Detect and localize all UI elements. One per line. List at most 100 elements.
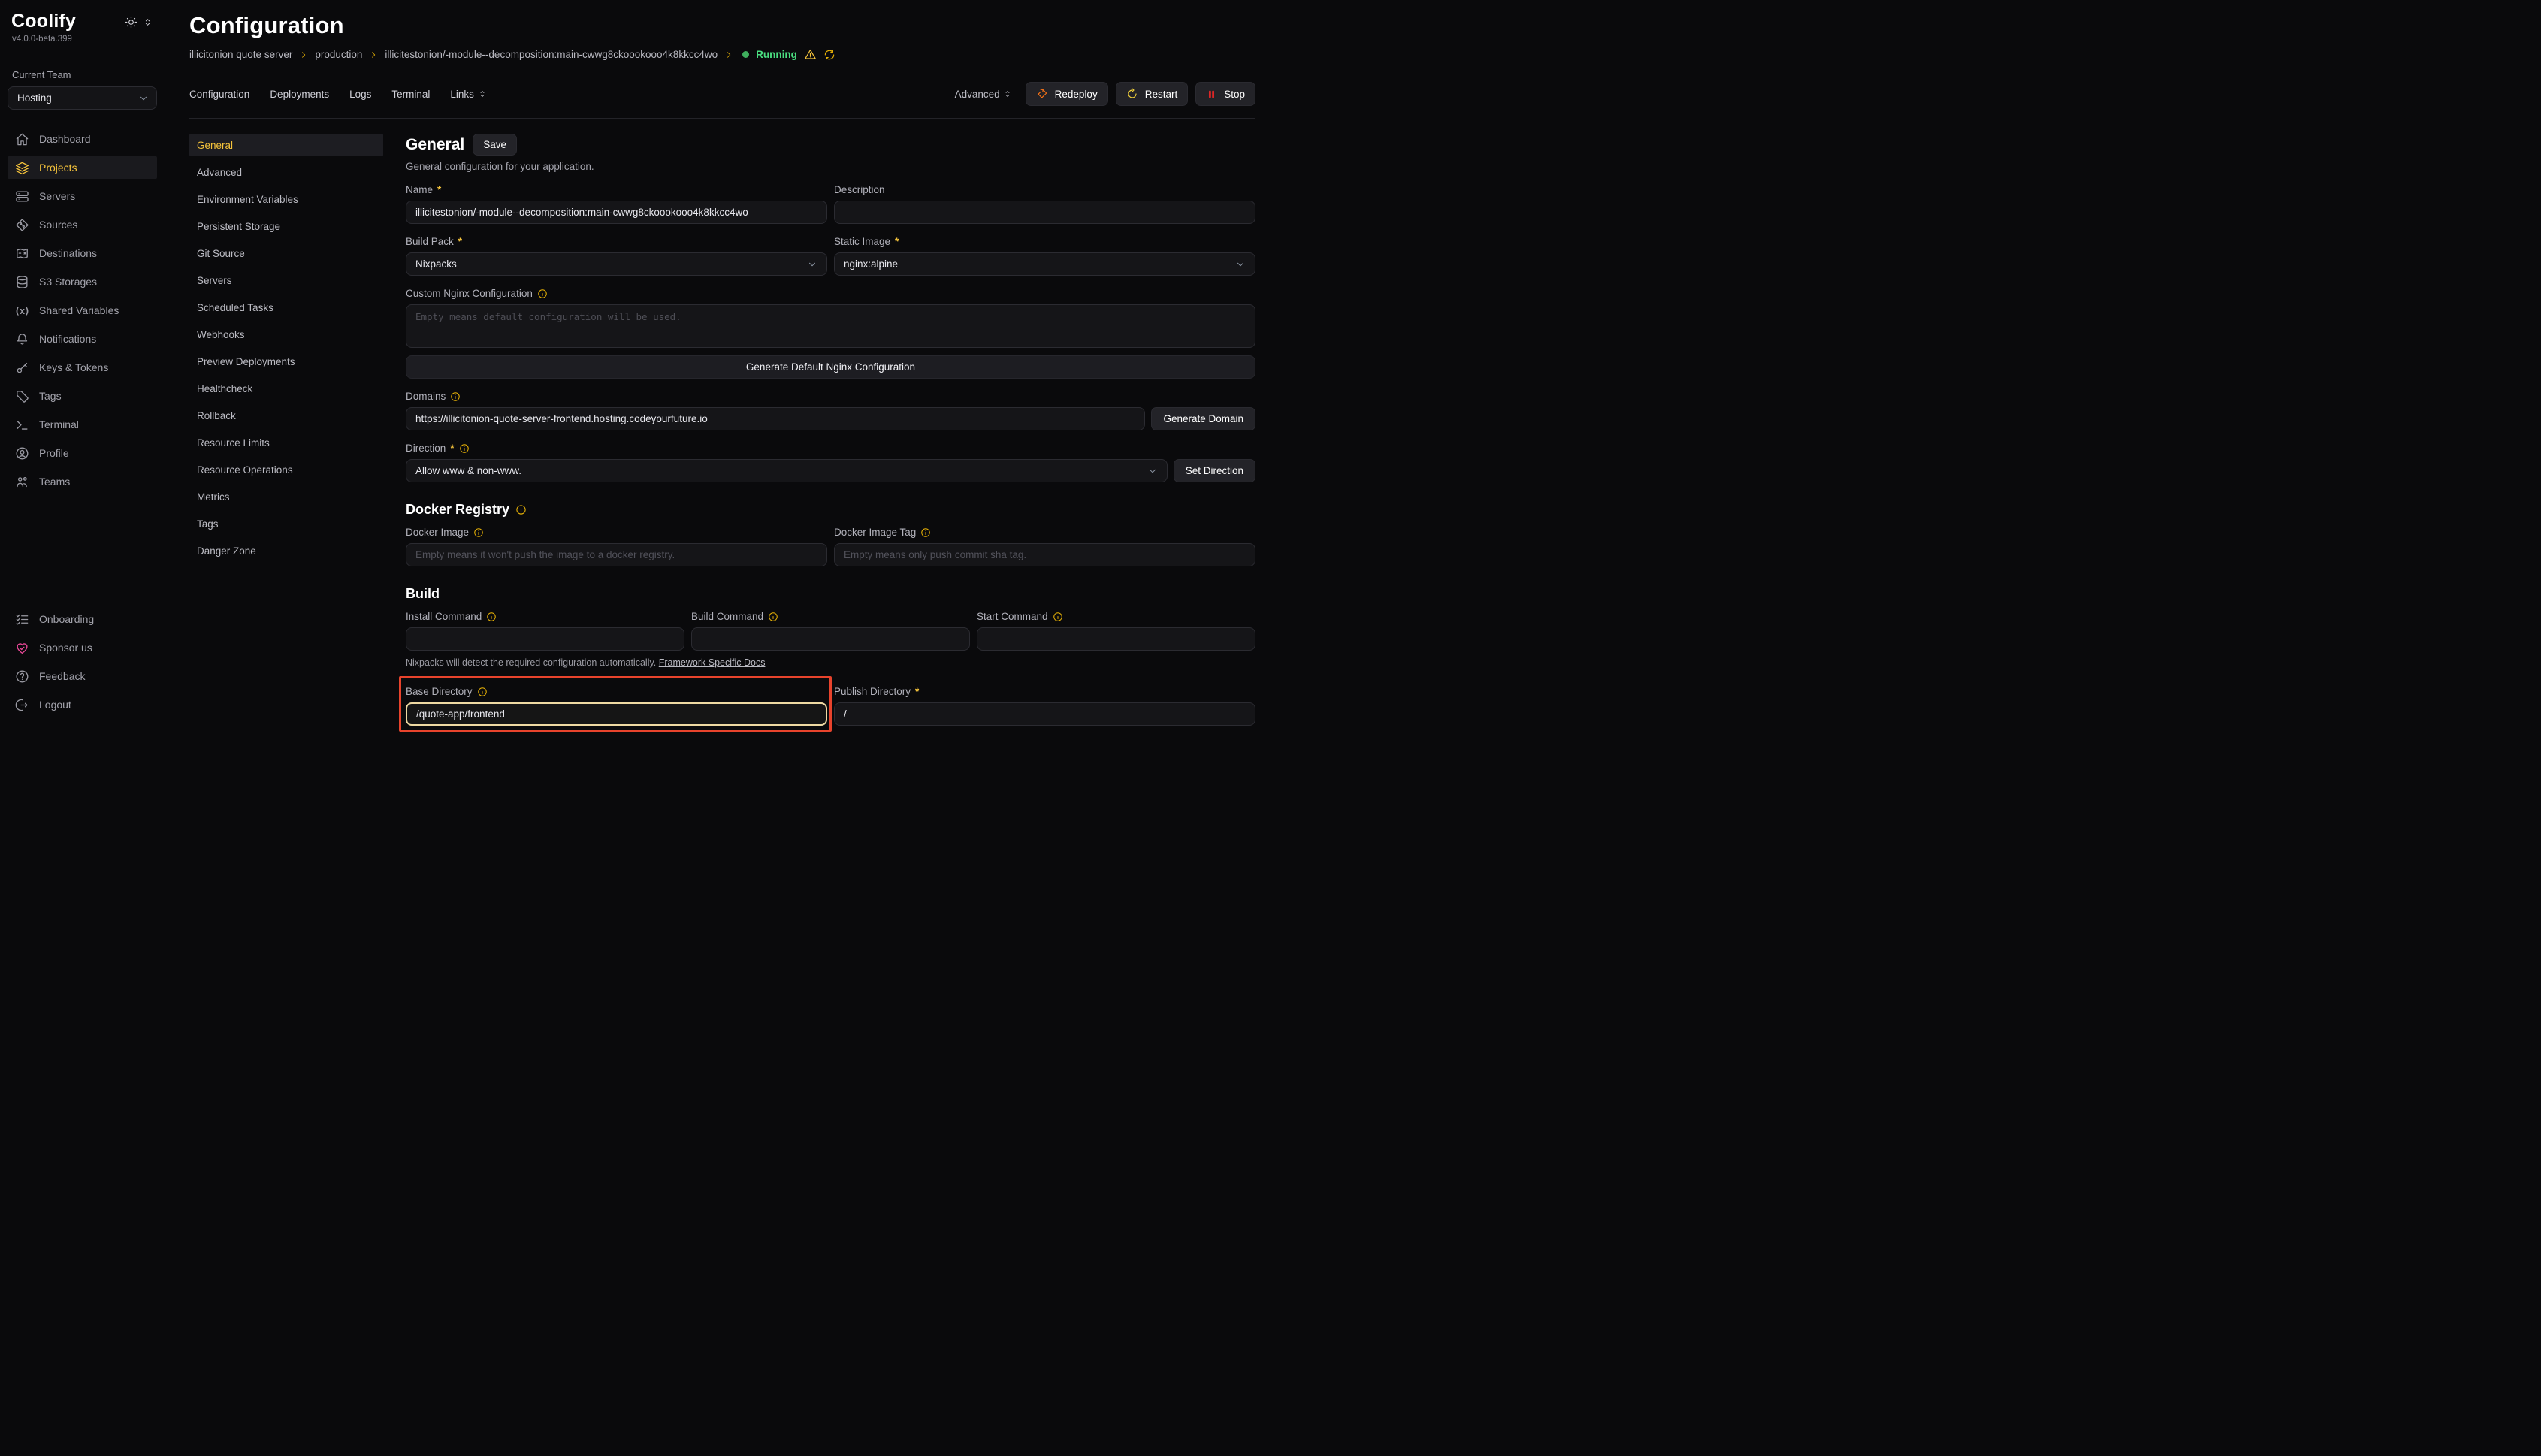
redeploy-button[interactable]: Redeploy xyxy=(1026,82,1108,106)
start-command-label: Start Command xyxy=(977,611,1255,622)
info-icon[interactable] xyxy=(537,288,548,299)
base-directory-input[interactable] xyxy=(406,702,827,726)
sidebar-item-label: Feedback xyxy=(39,670,85,682)
info-icon[interactable] xyxy=(920,527,931,538)
tab-logs[interactable]: Logs xyxy=(349,89,371,100)
refresh-icon[interactable] xyxy=(823,49,835,61)
breadcrumb-environment[interactable]: production xyxy=(315,49,362,60)
static-image-select[interactable]: nginx:alpine xyxy=(834,252,1255,276)
submenu-item-environment-variables[interactable]: Environment Variables xyxy=(189,188,383,210)
restart-icon xyxy=(1126,88,1138,100)
nginx-config-textarea[interactable] xyxy=(406,304,1255,348)
submenu-item-persistent-storage[interactable]: Persistent Storage xyxy=(189,215,383,237)
submenu-label: Healthcheck xyxy=(197,383,252,394)
app-logo: Coolify xyxy=(11,11,76,32)
info-icon[interactable] xyxy=(473,527,484,538)
sidebar-item-terminal[interactable]: Terminal xyxy=(8,413,157,436)
submenu-item-danger-zone[interactable]: Danger Zone xyxy=(189,539,383,562)
sidebar-item-destinations[interactable]: Destinations xyxy=(8,242,157,264)
docker-image-input[interactable] xyxy=(406,543,827,566)
sidebar-item-label: Teams xyxy=(39,476,70,488)
docker-registry-row: Docker Image Docker Image Tag xyxy=(406,527,1255,566)
submenu-item-git-source[interactable]: Git Source xyxy=(189,242,383,264)
info-icon[interactable] xyxy=(768,612,778,622)
sidebar-item-onboarding[interactable]: Onboarding xyxy=(8,608,157,630)
sidebar-item-teams[interactable]: Teams xyxy=(8,470,157,493)
team-select[interactable]: Hosting xyxy=(8,86,157,110)
submenu-label: Tags xyxy=(197,518,219,530)
info-icon[interactable] xyxy=(515,504,527,515)
info-icon[interactable] xyxy=(1053,612,1063,622)
submenu-item-tags[interactable]: Tags xyxy=(189,512,383,535)
generate-nginx-button[interactable]: Generate Default Nginx Configuration xyxy=(406,355,1255,379)
sidebar-item-dashboard[interactable]: Dashboard xyxy=(8,128,157,150)
sidebar-item-s3-storages[interactable]: S3 Storages xyxy=(8,270,157,293)
warning-triangle-icon[interactable] xyxy=(804,48,817,61)
sidebar-item-projects[interactable]: Projects xyxy=(8,156,157,179)
submenu-item-webhooks[interactable]: Webhooks xyxy=(189,323,383,346)
submenu-item-resource-operations[interactable]: Resource Operations xyxy=(189,458,383,481)
sidebar-item-shared-variables[interactable]: (x) Shared Variables xyxy=(8,299,157,322)
sidebar-item-profile[interactable]: Profile xyxy=(8,442,157,464)
version-selector-chevrons-icon[interactable] xyxy=(143,17,153,27)
pause-icon xyxy=(1206,89,1217,100)
domains-input[interactable] xyxy=(406,407,1145,430)
breadcrumb-project[interactable]: illicitonion quote server xyxy=(189,49,292,60)
direction-field-group: Direction * Allow www & non-www. xyxy=(406,443,1168,482)
build-command-input[interactable] xyxy=(691,627,970,651)
tab-configuration[interactable]: Configuration xyxy=(189,89,249,100)
sidebar-item-notifications[interactable]: Notifications xyxy=(8,328,157,350)
name-input[interactable] xyxy=(406,201,827,224)
checklist-icon xyxy=(14,612,29,627)
submenu-label: Resource Limits xyxy=(197,437,270,449)
submenu-item-advanced[interactable]: Advanced xyxy=(189,161,383,183)
tab-deployments[interactable]: Deployments xyxy=(270,89,329,100)
submenu-item-metrics[interactable]: Metrics xyxy=(189,485,383,508)
sidebar-item-sponsor-us[interactable]: Sponsor us xyxy=(8,636,157,659)
set-direction-button[interactable]: Set Direction xyxy=(1174,459,1255,482)
start-command-input[interactable] xyxy=(977,627,1255,651)
sidebar-item-sources[interactable]: Sources xyxy=(8,213,157,236)
description-input[interactable] xyxy=(834,201,1255,224)
docker-image-tag-input[interactable] xyxy=(834,543,1255,566)
sidebar-item-feedback[interactable]: Feedback xyxy=(8,665,157,687)
install-command-input[interactable] xyxy=(406,627,684,651)
publish-directory-input[interactable] xyxy=(834,702,1255,726)
status-running-link[interactable]: Running xyxy=(756,49,797,60)
submenu-item-rollback[interactable]: Rollback xyxy=(189,404,383,427)
static-image-label: Static Image * xyxy=(834,236,1255,247)
note-text: Nixpacks will detect the required config… xyxy=(406,657,656,668)
submenu-item-preview-deployments[interactable]: Preview Deployments xyxy=(189,350,383,373)
theme-sun-icon[interactable] xyxy=(125,16,137,29)
info-icon[interactable] xyxy=(459,443,470,454)
form-header: General Save xyxy=(406,134,1255,156)
tab-links[interactable]: Links xyxy=(450,89,487,100)
save-button[interactable]: Save xyxy=(473,134,517,156)
chevron-down-icon xyxy=(807,259,817,270)
sidebar-item-tags[interactable]: Tags xyxy=(8,385,157,407)
framework-docs-link[interactable]: Framework Specific Docs xyxy=(659,657,766,668)
breadcrumb-application[interactable]: illicitestonion/-module--decomposition:m… xyxy=(385,49,718,60)
info-icon[interactable] xyxy=(477,687,488,697)
direction-select[interactable]: Allow www & non-www. xyxy=(406,459,1168,482)
build-pack-select[interactable]: Nixpacks xyxy=(406,252,827,276)
submenu-item-scheduled-tasks[interactable]: Scheduled Tasks xyxy=(189,296,383,319)
tab-bar: Configuration Deployments Logs Terminal … xyxy=(189,89,487,100)
submenu-item-healthcheck[interactable]: Healthcheck xyxy=(189,377,383,400)
info-icon[interactable] xyxy=(450,391,461,402)
submenu-label: Resource Operations xyxy=(197,464,293,476)
info-icon[interactable] xyxy=(486,612,497,622)
sidebar-item-keys-tokens[interactable]: Keys & Tokens xyxy=(8,356,157,379)
advanced-dropdown[interactable]: Advanced xyxy=(955,89,1012,100)
restart-button[interactable]: Restart xyxy=(1116,82,1189,106)
submenu-item-resource-limits[interactable]: Resource Limits xyxy=(189,431,383,454)
submenu-item-general[interactable]: General xyxy=(189,134,383,156)
tab-terminal[interactable]: Terminal xyxy=(391,89,430,100)
stop-button[interactable]: Stop xyxy=(1195,82,1255,106)
status-running-dot xyxy=(742,51,749,58)
nginx-config-field-group: Custom Nginx Configuration xyxy=(406,288,1255,348)
submenu-item-servers[interactable]: Servers xyxy=(189,269,383,292)
sidebar-item-logout[interactable]: Logout xyxy=(8,693,157,716)
sidebar-item-servers[interactable]: Servers xyxy=(8,185,157,207)
generate-domain-button[interactable]: Generate Domain xyxy=(1151,407,1255,430)
